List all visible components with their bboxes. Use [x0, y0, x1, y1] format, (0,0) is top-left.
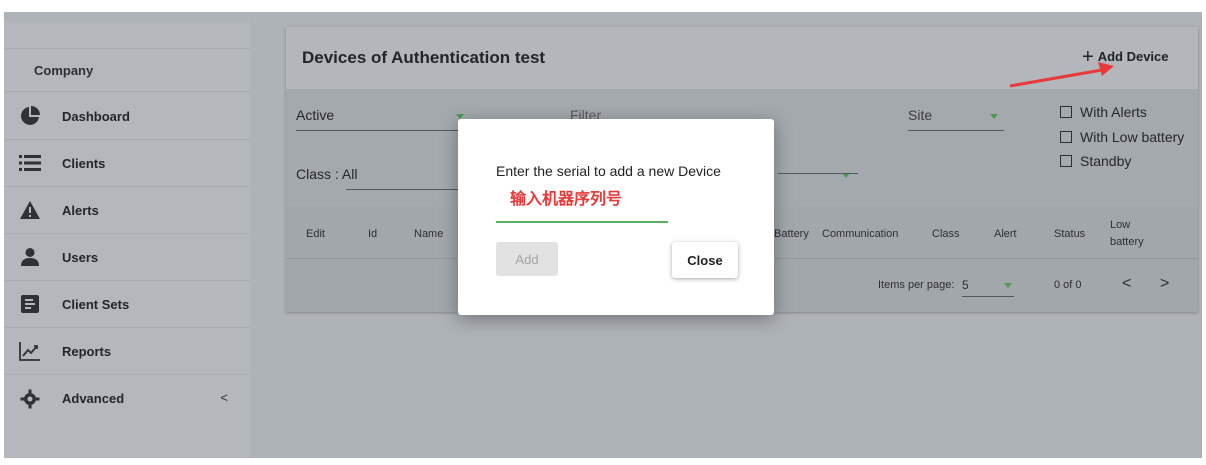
dialog-title: Enter the serial to add a new Device: [496, 163, 721, 179]
close-button[interactable]: Close: [672, 242, 738, 278]
field-underline: [296, 130, 464, 131]
dropdown-arrow-icon: [990, 114, 998, 119]
sidebar-item-label: Reports: [62, 343, 112, 359]
sidebar-item-clients[interactable]: Clients: [4, 140, 250, 187]
column-header-name[interactable]: Name: [414, 228, 443, 240]
chevron-left-icon[interactable]: <: [220, 390, 228, 405]
column-header-status[interactable]: Status: [1054, 228, 1085, 240]
warning-icon: [18, 198, 42, 222]
serial-input[interactable]: [496, 201, 668, 223]
checkbox-label: With Low battery: [1080, 129, 1185, 145]
checkbox-with-alerts[interactable]: With Alerts: [1060, 104, 1147, 120]
page-range: 0 of 0: [1054, 279, 1082, 291]
class-select-value: Class : All: [296, 166, 358, 182]
red-arrow-annotation: [1009, 62, 1114, 88]
sidebar-item-users[interactable]: Users: [4, 234, 250, 281]
site-select-label: Site: [908, 107, 933, 123]
checkbox-box[interactable]: [1060, 131, 1072, 143]
trending-up-icon: [18, 339, 42, 363]
sidebar-item-reports[interactable]: Reports: [4, 328, 250, 375]
site-select[interactable]: Site: [908, 107, 1004, 131]
client-sets-icon: [18, 292, 42, 316]
status-select-value: Active: [296, 107, 335, 123]
dropdown-arrow-icon: [1004, 283, 1012, 288]
page-title: Devices of Authentication test: [302, 48, 546, 67]
field-underline: [962, 296, 1014, 297]
sidebar: Company Dashboard Clients Alerts Users C…: [4, 22, 250, 458]
sidebar-item-label: Client Sets: [62, 296, 130, 312]
checkbox-with-low-battery[interactable]: With Low battery: [1060, 129, 1184, 145]
field-underline: [778, 173, 858, 174]
field-underline: [908, 130, 1004, 131]
add-device-dialog: Enter the serial to add a new Device 输入机…: [458, 119, 774, 315]
previous-page-button[interactable]: <: [1122, 275, 1131, 293]
checkbox-standby[interactable]: Standby: [1060, 153, 1131, 169]
items-per-page-value: 5: [962, 278, 969, 292]
pie-chart-icon: [18, 104, 42, 128]
next-page-button[interactable]: >: [1160, 275, 1169, 293]
column-header-edit[interactable]: Edit: [306, 228, 325, 240]
column-header-alert[interactable]: Alert: [994, 228, 1017, 240]
checkbox-label: With Alerts: [1080, 104, 1147, 120]
items-per-page-select[interactable]: 5: [962, 278, 1014, 297]
person-icon: [18, 245, 42, 269]
sidebar-nav: Dashboard Clients Alerts Users Client Se…: [4, 93, 250, 422]
sidebar-item-label: Users: [62, 249, 99, 265]
sidebar-item-label: Advanced: [62, 391, 125, 406]
sidebar-item-label: Clients: [62, 155, 106, 171]
checkbox-box[interactable]: [1060, 155, 1072, 167]
field-underline: [346, 189, 464, 190]
add-button[interactable]: Add: [496, 242, 558, 276]
column-header-class[interactable]: Class: [932, 228, 960, 240]
sidebar-item-label: Alerts: [62, 202, 99, 218]
gear-icon: [18, 387, 42, 411]
checkbox-label: Standby: [1080, 153, 1132, 169]
column-header-low-battery-line1[interactable]: Low: [1110, 219, 1130, 231]
column-header-communication[interactable]: Communication: [822, 228, 898, 240]
sidebar-item-client-sets[interactable]: Client Sets: [4, 281, 250, 328]
company-label: Company: [4, 48, 250, 92]
column-header-id[interactable]: Id: [368, 228, 377, 240]
list-icon: [18, 151, 42, 175]
sidebar-item-label: Dashboard: [62, 108, 130, 124]
column-header-low-battery-line2[interactable]: battery: [1110, 236, 1144, 248]
column-header-battery[interactable]: Battery: [774, 228, 809, 240]
status-select[interactable]: Active: [296, 107, 464, 131]
checkbox-box[interactable]: [1060, 106, 1072, 118]
sidebar-item-advanced[interactable]: Advanced <: [4, 375, 250, 422]
sidebar-item-dashboard[interactable]: Dashboard: [4, 93, 250, 140]
sidebar-item-alerts[interactable]: Alerts: [4, 187, 250, 234]
items-per-page-label: Items per page:: [878, 279, 955, 291]
class-select[interactable]: Class : All: [296, 166, 464, 190]
